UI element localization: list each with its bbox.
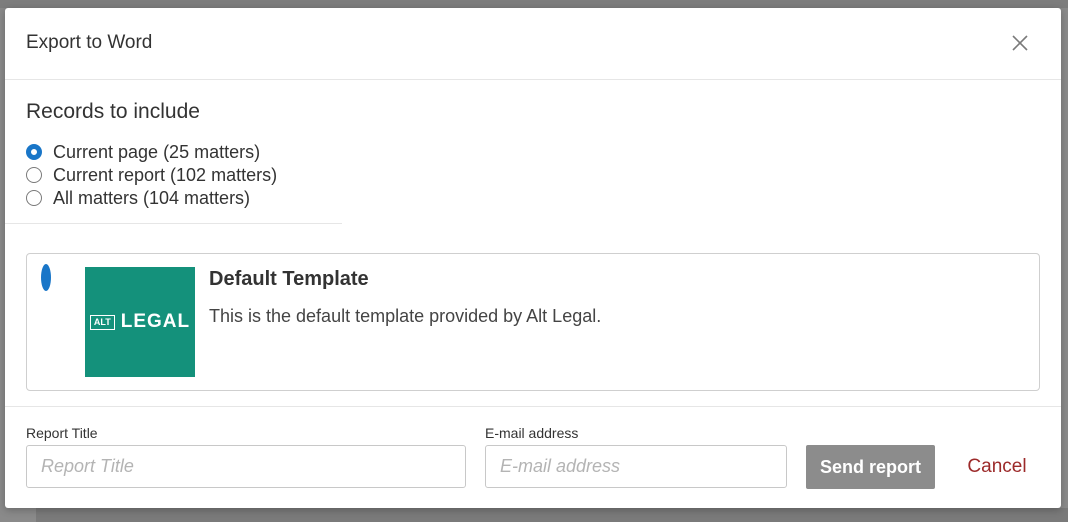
template-description: This is the default template provided by…: [209, 306, 602, 326]
radio-label: Current report (102 matters): [53, 164, 278, 185]
page-backdrop: [0, 0, 1068, 8]
email-label: E-mail address: [485, 425, 579, 441]
section-divider: [5, 223, 342, 224]
radio-icon: [41, 264, 51, 291]
radio-icon: [26, 167, 42, 183]
radio-current-report[interactable]: Current report (102 matters): [26, 164, 277, 186]
cancel-button[interactable]: Cancel: [957, 445, 1037, 489]
radio-label: Current page (25 matters): [53, 141, 261, 162]
radio-all-matters[interactable]: All matters (104 matters): [26, 187, 250, 209]
report-title-input[interactable]: [26, 445, 466, 488]
footer-divider: [5, 406, 1061, 407]
modal-title: Export to Word: [26, 32, 153, 53]
alt-legal-logo: ALT LEGAL: [85, 267, 195, 377]
report-title-label: Report Title: [26, 425, 98, 441]
template-name: Default Template: [209, 268, 369, 290]
radio-icon: [26, 190, 42, 206]
close-icon: [1012, 35, 1028, 51]
records-section-title: Records to include: [26, 100, 200, 123]
radio-current-page[interactable]: Current page (25 matters): [26, 141, 260, 163]
template-radio[interactable]: [41, 264, 59, 291]
page-backdrop-bottom: [36, 508, 1068, 522]
send-report-button[interactable]: Send report: [806, 445, 935, 489]
email-input[interactable]: [485, 445, 787, 488]
logo-word: LEGAL: [120, 311, 191, 332]
radio-icon: [26, 144, 42, 160]
close-button[interactable]: [1007, 30, 1033, 56]
modal-header: Export to Word: [5, 8, 1061, 80]
logo-box-text: ALT: [89, 314, 115, 330]
template-card-default[interactable]: ALT LEGAL Default Template This is the d…: [26, 253, 1040, 391]
export-to-word-dialog: Export to Word Records to include Curren…: [5, 8, 1061, 508]
radio-label: All matters (104 matters): [53, 187, 251, 208]
